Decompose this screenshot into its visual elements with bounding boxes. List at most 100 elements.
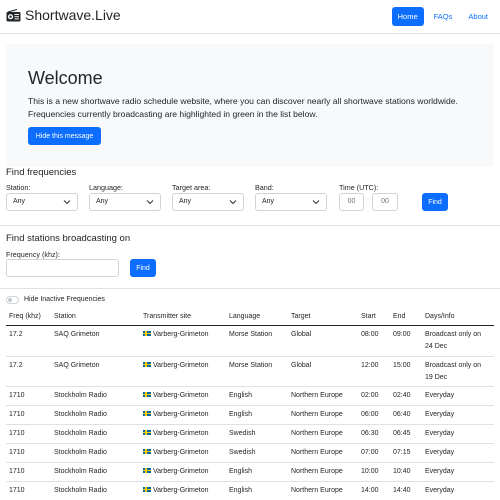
find-stations-title: Find stations broadcasting on: [6, 233, 131, 244]
cell-language: Swedish: [229, 448, 255, 458]
cell-language-text: Morse Station: [229, 362, 273, 369]
cell-station-text: SAQ Grimeton: [54, 362, 100, 369]
days-info-line: Broadcast only on: [425, 362, 482, 369]
cell-station: Stockholm Radio: [54, 467, 107, 477]
cell-freq: 17.2: [9, 330, 23, 340]
station-select[interactable]: Any: [6, 193, 78, 211]
cell-station-text: Stockholm Radio: [54, 411, 107, 418]
cell-target-text: Northern Europe: [291, 430, 343, 437]
find-frequencies-button[interactable]: Find: [422, 193, 448, 211]
language-label: Language:: [89, 183, 123, 192]
find-stations-button[interactable]: Find: [130, 259, 156, 277]
cell-transmitter-site-text: Varberg-Grimeton: [153, 411, 209, 418]
table-row: 1710 Stockholm Radio Varberg-Grimeton Engli…: [6, 482, 494, 500]
time-minute-input[interactable]: 00: [372, 193, 398, 211]
cell-transmitter-site-text: Varberg-Grimeton: [153, 468, 209, 475]
cell-station: Stockholm Radio: [54, 429, 107, 439]
language-select[interactable]: Any: [89, 193, 161, 211]
header-days-info: Days/Info: [425, 313, 455, 320]
target-area-select-value: Any: [179, 198, 192, 205]
cell-language-text: Morse Station: [229, 331, 273, 338]
cell-start: 06:00: [361, 410, 379, 420]
nav-home-link[interactable]: Home: [391, 7, 424, 26]
table-row: 1710 Stockholm Radio Varberg-Grimeton Swedi…: [6, 425, 494, 444]
header-freq: Freq (khz): [9, 313, 41, 320]
cell-transmitter-site: Varberg-Grimeton: [143, 330, 209, 340]
brand[interactable]: Shortwave.Live: [6, 7, 121, 23]
chevron-down-icon: [63, 200, 71, 205]
cell-station-text: Stockholm Radio: [54, 468, 107, 475]
cell-target-text: Northern Europe: [291, 487, 343, 494]
cell-station: Stockholm Radio: [54, 448, 107, 458]
chevron-down-icon: [229, 200, 237, 205]
station-select-value: Any: [13, 198, 26, 205]
cell-station: Stockholm Radio: [54, 410, 107, 420]
sweden-flag-icon: [143, 487, 151, 493]
header-transmitter-site: Transmitter site: [143, 313, 191, 320]
radio-icon: [6, 8, 21, 21]
sweden-flag-icon: [143, 362, 151, 368]
nav-links: Home FAQs About: [391, 7, 494, 26]
time-hour-input[interactable]: 00: [339, 193, 364, 211]
hide-message-button[interactable]: Hide this message: [28, 127, 101, 145]
station-label: Station:: [6, 183, 31, 192]
cell-days-info: Everyday: [425, 429, 454, 439]
cell-language: English: [229, 410, 252, 420]
cell-language: Morse Station: [229, 330, 272, 340]
sweden-flag-icon: [143, 411, 151, 417]
cell-transmitter-site: Varberg-Grimeton: [143, 448, 209, 458]
table-row: 1710 Stockholm Radio Varberg-Grimeton Engli…: [6, 406, 494, 425]
days-info-line: Everyday: [425, 468, 455, 475]
cell-start-text: 06:00: [361, 411, 379, 418]
cell-language: English: [229, 467, 252, 477]
cell-transmitter-site-text: Varberg-Grimeton: [153, 449, 209, 456]
cell-end-text: 09:00: [393, 331, 411, 338]
cell-language: English: [229, 391, 252, 401]
welcome-text: This is a new shortwave radio schedule w…: [28, 96, 458, 119]
band-select[interactable]: Any: [255, 193, 327, 211]
days-info-line: Everyday: [425, 487, 455, 494]
target-area-label: Target area:: [172, 183, 211, 192]
cell-freq: 17.2: [9, 361, 23, 371]
sweden-flag-icon: [143, 392, 151, 398]
find-frequencies-title: Find frequencies: [6, 167, 77, 178]
days-info-line: 24 Dec: [425, 343, 448, 350]
cell-end-text: 07:15: [393, 449, 411, 456]
cell-target: Northern Europe: [291, 448, 343, 458]
cell-language: English: [229, 486, 252, 496]
cell-transmitter-site: Varberg-Grimeton: [143, 361, 209, 371]
header-start: Start: [361, 313, 376, 320]
chevron-down-icon: [146, 200, 154, 205]
frequency-input[interactable]: [6, 259, 119, 277]
cell-transmitter-site: Varberg-Grimeton: [143, 429, 209, 439]
cell-target-text: Northern Europe: [291, 392, 343, 399]
cell-end-text: 10:40: [393, 468, 411, 475]
nav-faqs-link[interactable]: FAQs: [428, 7, 459, 26]
cell-days-info: Everyday: [425, 391, 454, 401]
cell-freq: 1710: [9, 467, 25, 477]
cell-freq-text: 17.2: [9, 362, 23, 369]
sweden-flag-icon: [143, 449, 151, 455]
hide-inactive-toggle[interactable]: [6, 296, 19, 304]
frequency-label: Frequency (khz):: [6, 250, 60, 259]
cell-language: Swedish: [229, 429, 255, 439]
cell-station-text: SAQ Grimeton: [54, 331, 100, 338]
language-select-value: Any: [96, 198, 109, 205]
cell-end: 07:15: [393, 448, 411, 458]
cell-language-text: Swedish: [229, 430, 256, 437]
cell-target: Global: [291, 330, 311, 340]
cell-station: Stockholm Radio: [54, 391, 107, 401]
cell-start-text: 06:30: [361, 430, 379, 437]
sweden-flag-icon: [143, 468, 151, 474]
cell-days-info: Broadcast only on 24 Dec: [425, 330, 481, 352]
cell-transmitter-site-text: Varberg-Grimeton: [153, 392, 209, 399]
nav-about-link[interactable]: About: [462, 7, 494, 26]
welcome-panel: Welcome This is a new shortwave radio sc…: [6, 44, 494, 167]
table-body: 17.2 SAQ Grimeton Varberg-Grimeton Morse St…: [6, 326, 494, 500]
cell-end-text: 06:45: [393, 430, 411, 437]
cell-freq: 1710: [9, 486, 25, 496]
target-area-select[interactable]: Any: [172, 193, 244, 211]
cell-end: 10:40: [393, 467, 411, 477]
cell-days-info: Broadcast only on 19 Dec: [425, 361, 481, 383]
days-info-line: Everyday: [425, 392, 455, 399]
